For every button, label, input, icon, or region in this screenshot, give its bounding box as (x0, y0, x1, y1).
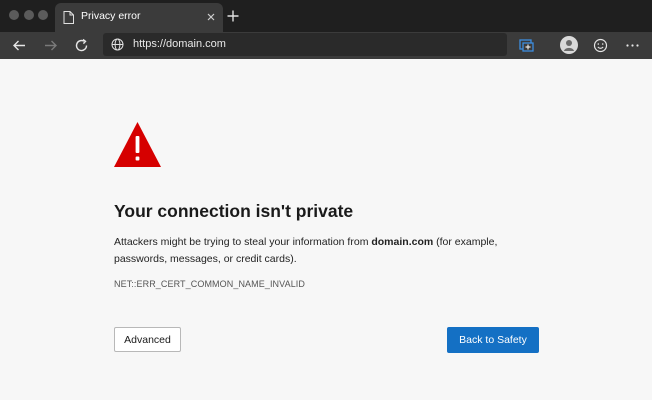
page-title: Your connection isn't private (114, 201, 354, 221)
error-code: NET::ERR_CERT_COMMON_NAME_INVALID (114, 279, 306, 289)
arrow-right-icon[interactable] (42, 37, 59, 54)
close-icon[interactable] (205, 11, 217, 23)
arrow-left-icon[interactable] (11, 37, 28, 54)
window-close-control[interactable] (9, 10, 19, 20)
window-minimize-control[interactable] (24, 10, 34, 20)
collections-icon[interactable] (518, 37, 535, 54)
plus-icon[interactable] (226, 9, 240, 23)
warning-triangle-icon (114, 122, 161, 167)
more-icon[interactable] (624, 37, 641, 54)
profile-icon[interactable] (560, 36, 578, 54)
tab-privacy-error[interactable]: Privacy error (55, 3, 223, 32)
description-text: Attackers might be trying to steal your … (114, 236, 372, 248)
error-description: Attackers might be trying to steal your … (114, 234, 514, 268)
smiley-icon[interactable] (592, 37, 609, 54)
reload-icon[interactable] (73, 37, 90, 54)
globe-icon (111, 38, 124, 51)
window-zoom-control[interactable] (38, 10, 48, 20)
page-icon (63, 11, 74, 24)
address-text[interactable]: https://domain.com (133, 38, 226, 50)
advanced-button[interactable]: Advanced (114, 327, 181, 352)
description-domain: domain.com (371, 236, 434, 248)
tab-title: Privacy error (81, 10, 141, 22)
browser-toolbar: https://domain.com (0, 32, 652, 59)
address-bar[interactable]: https://domain.com (103, 33, 507, 56)
tab-strip: Privacy error (0, 0, 652, 32)
back-to-safety-button[interactable]: Back to Safety (447, 327, 539, 353)
